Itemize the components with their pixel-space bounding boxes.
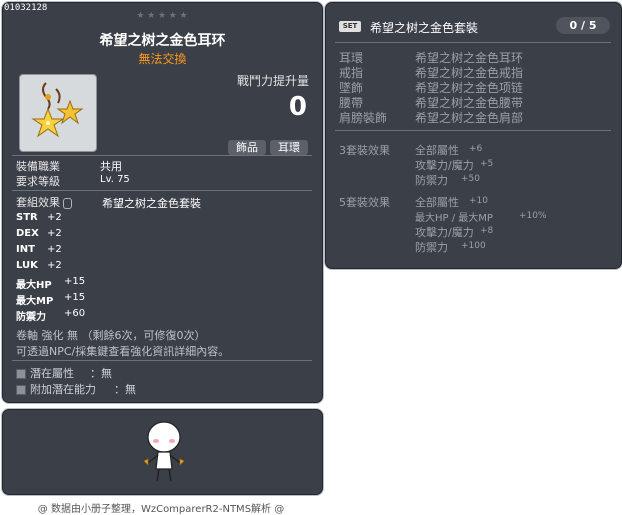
upgrade-hint: 可透過NPC/採集鍵查看強化資訊詳細內容。	[16, 345, 230, 358]
power-increase-value: 0	[288, 92, 307, 122]
set-effect-name: 防禦力	[415, 241, 448, 254]
additional-potential-value: ：無	[114, 383, 136, 396]
divider	[12, 360, 312, 361]
category-tag-earring: 耳環	[270, 140, 308, 155]
set-effect-value: +10%	[519, 211, 547, 221]
set-effect-value: +6	[469, 144, 483, 154]
set-effect-value: +50	[461, 174, 480, 184]
star-force-row: ★ ★ ★ ★ ★	[136, 12, 188, 21]
star-icon: ★	[157, 11, 167, 21]
stat-maxmp-value: +15	[64, 292, 86, 303]
potential-value: ：無	[90, 367, 112, 380]
divider	[335, 42, 611, 43]
set-effect-label-text: 套組效果	[16, 196, 60, 209]
potential-icon	[16, 369, 26, 379]
requirement-level-label: 要求等級	[16, 175, 60, 188]
set-effect-name: 全部屬性	[415, 144, 459, 157]
category-tag-accessory: 飾品	[228, 140, 266, 155]
additional-potential-label: 附加潛在能力	[30, 383, 96, 396]
lock-icon	[63, 197, 72, 209]
set-progress-count: 0 / 5	[556, 17, 610, 34]
set-title: 希望之树之金色套裝	[370, 21, 479, 35]
star-icon: ★	[168, 11, 177, 21]
set-effect-3-header: 3套裝效果	[339, 144, 390, 157]
set-part-type: 肩膀裝飾	[339, 111, 388, 125]
set-name: 希望之树之金色套裝	[102, 197, 201, 210]
stat-defense-label: 防禦力	[16, 312, 46, 323]
stat-str-label: STR	[16, 212, 38, 223]
set-effect-name: 攻擊力/魔力	[415, 226, 474, 239]
set-part-name: 希望之树之金色肩部	[415, 111, 524, 125]
set-badge-icon: SET	[339, 21, 361, 32]
item-icon-frame	[19, 74, 97, 152]
character-avatar-icon	[143, 421, 185, 482]
stat-int-value: +2	[47, 244, 62, 255]
item-id: 01032128	[4, 3, 48, 13]
set-effect-5-header: 5套裝效果	[339, 196, 390, 209]
star-icon: ★	[179, 11, 188, 21]
footer-credit: @ 数据由小册子整理，WzComparerR2-NTMS解析 @	[37, 504, 285, 515]
set-effect-label: 套組效果	[16, 194, 72, 210]
stat-luk-label: LUK	[16, 260, 38, 271]
requirement-job-value: 共用	[100, 160, 122, 173]
divider	[335, 130, 611, 131]
set-effect-value: +100	[461, 241, 486, 251]
set-effect-name: 最大HP / 最大MP	[415, 213, 493, 224]
set-effect-name: 防禦力	[415, 174, 448, 187]
set-effect-value: +10	[469, 196, 488, 206]
avatar-preview-panel	[1, 408, 324, 496]
stat-maxhp-label: 最大HP	[16, 280, 52, 291]
golden-star-earring-icon	[31, 82, 84, 138]
additional-potential-icon	[16, 385, 26, 395]
additional-potential-row: 附加潛在能力	[16, 381, 96, 397]
set-effect-name: 攻擊力/魔力	[415, 159, 474, 172]
scroll-upgrade-info: 卷軸 強化 無 （剩餘6次，可修復0次）	[16, 329, 206, 342]
stat-luk-value: +2	[47, 260, 62, 271]
power-increase-label: 戰鬥力提升量	[236, 74, 309, 88]
stat-maxhp-value: +15	[64, 276, 86, 287]
requirement-level-value: Lv. 75	[100, 174, 130, 185]
set-effect-name: 全部屬性	[415, 196, 459, 209]
requirement-job-label: 裝備職業	[16, 160, 60, 173]
divider	[12, 155, 312, 156]
item-tooltip-panel: 01032128 ★ ★ ★ ★ ★ 希望之树之金色耳环 無法交換 戰鬥力提升量…	[1, 1, 324, 404]
stat-maxmp-label: 最大MP	[16, 296, 54, 307]
potential-row: 潛在屬性	[16, 365, 74, 381]
star-icon: ★	[136, 11, 145, 21]
stat-defense-value: +60	[64, 308, 86, 319]
star-icon: ★	[147, 11, 156, 21]
stat-dex-value: +2	[47, 228, 62, 239]
divider	[12, 190, 312, 191]
item-name: 希望之树之金色耳环	[99, 33, 226, 49]
set-info-panel: SET 希望之树之金色套裝 0 / 5 耳環 希望之树之金色耳环 戒指 希望之树…	[324, 1, 622, 270]
trade-status: 無法交換	[138, 52, 187, 66]
set-effect-value: +5	[480, 159, 494, 169]
potential-label: 潛在屬性	[30, 367, 74, 380]
stat-dex-label: DEX	[16, 228, 39, 239]
stat-str-value: +2	[47, 212, 62, 223]
set-effect-value: +8	[480, 226, 494, 236]
stat-int-label: INT	[16, 244, 35, 255]
